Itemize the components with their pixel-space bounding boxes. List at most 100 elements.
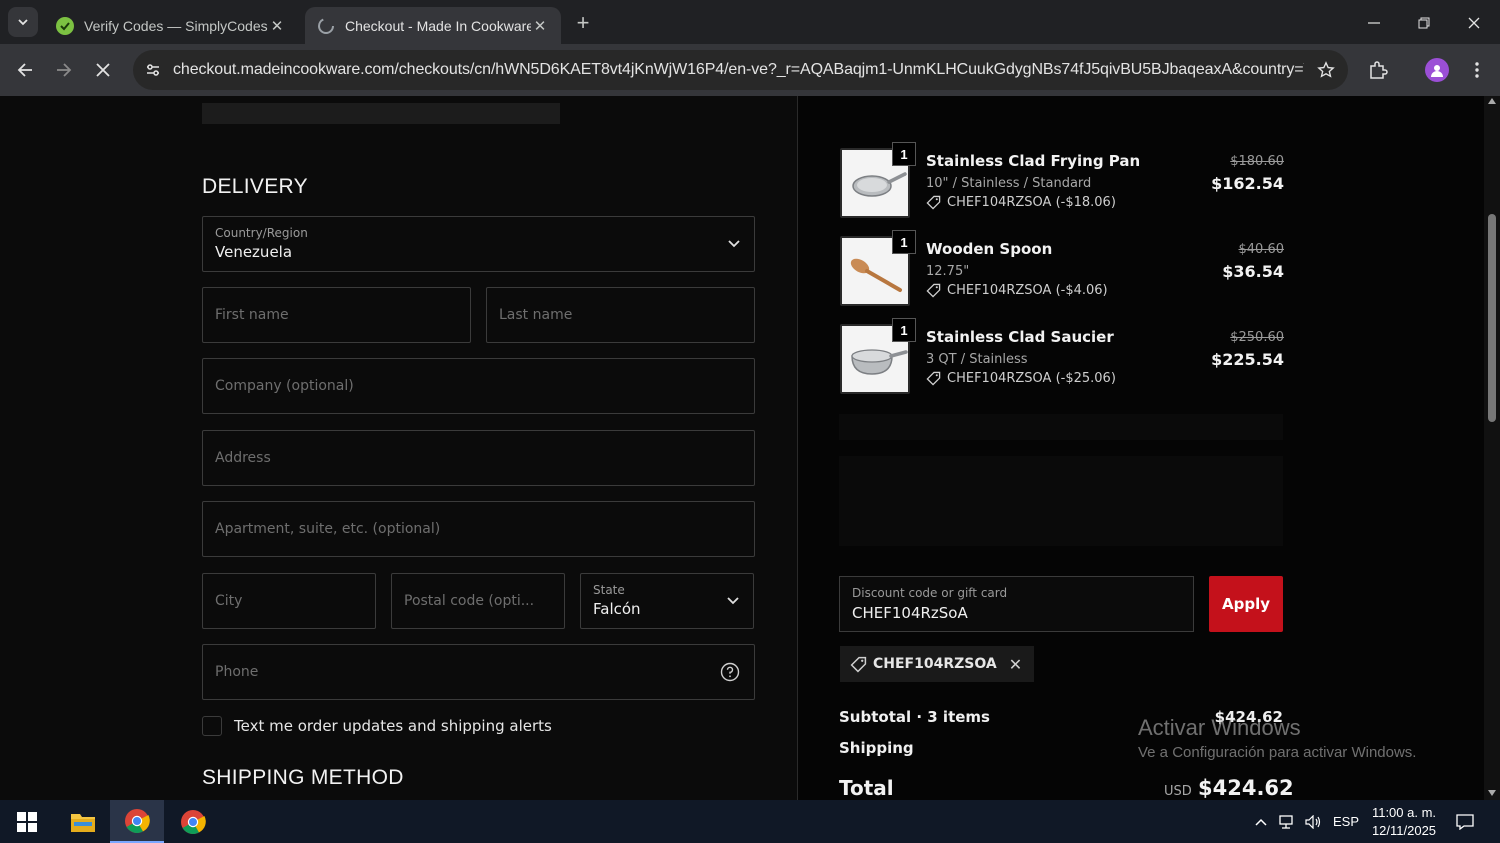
item-name: Wooden Spoon bbox=[926, 240, 1053, 258]
windows-watermark-title: Activar Windows bbox=[1138, 715, 1301, 740]
applied-discount-chip: CHEF104RZSOA ✕ bbox=[840, 646, 1035, 682]
close-window-button[interactable] bbox=[1454, 8, 1494, 38]
volume-tray-icon[interactable] bbox=[1302, 800, 1326, 843]
start-button[interactable] bbox=[0, 800, 54, 843]
chrome-taskbar-button[interactable] bbox=[110, 800, 164, 843]
quantity-badge: 1 bbox=[892, 230, 916, 254]
item-discount: CHEF104RZSOA (-$4.06) bbox=[926, 283, 1108, 298]
item-name: Stainless Clad Saucier bbox=[926, 328, 1114, 346]
order-item: 1 Wooden Spoon 12.75" CHEF104RZSOA (-$4.… bbox=[840, 230, 1285, 306]
stop-loading-button[interactable] bbox=[87, 54, 119, 86]
discount-code-value: CHEF104RzSoA bbox=[852, 604, 968, 622]
total-value: $424.62 bbox=[1198, 776, 1294, 800]
applied-discount-code: CHEF104RZSOA bbox=[873, 656, 997, 672]
tab-simplycodes[interactable]: Verify Codes — SimplyCodes ✕ bbox=[44, 7, 298, 44]
profile-button[interactable] bbox=[1421, 54, 1453, 86]
item-discount-text: CHEF104RZSOA (-$4.06) bbox=[947, 283, 1108, 298]
apply-discount-button[interactable]: Apply bbox=[1209, 576, 1283, 632]
restore-button[interactable] bbox=[1404, 8, 1444, 38]
scroll-up-icon[interactable] bbox=[1488, 98, 1496, 104]
speaker-icon bbox=[1305, 814, 1321, 829]
remove-discount-icon[interactable]: ✕ bbox=[1009, 655, 1022, 674]
profile-icon bbox=[1431, 65, 1443, 77]
forward-button[interactable] bbox=[48, 54, 80, 86]
notification-icon bbox=[1456, 813, 1474, 830]
loading-placeholder bbox=[839, 414, 1283, 440]
item-discount: CHEF104RZSOA (-$18.06) bbox=[926, 195, 1116, 210]
windows-taskbar: ESP 11:00 a. m. 12/11/2025 bbox=[0, 800, 1500, 843]
item-name: Stainless Clad Frying Pan bbox=[926, 152, 1141, 170]
more-vert-icon bbox=[1475, 62, 1479, 78]
total-currency: USD bbox=[1164, 784, 1192, 799]
puzzle-icon bbox=[1370, 61, 1388, 79]
chevron-down-icon bbox=[18, 19, 28, 26]
item-discount-text: CHEF104RZSOA (-$25.06) bbox=[947, 371, 1116, 386]
chrome-icon bbox=[125, 808, 150, 833]
clock-time: 11:00 a. m. bbox=[1371, 805, 1437, 820]
item-discount-text: CHEF104RZSOA (-$18.06) bbox=[947, 195, 1116, 210]
notifications-button[interactable] bbox=[1450, 800, 1480, 843]
scroll-down-icon[interactable] bbox=[1488, 790, 1496, 796]
item-price: $162.54 bbox=[1211, 174, 1284, 193]
restore-icon bbox=[1418, 17, 1430, 29]
scrollbar-thumb[interactable] bbox=[1488, 214, 1496, 422]
bookmark-star-icon[interactable] bbox=[1304, 50, 1348, 90]
tag-icon bbox=[926, 283, 941, 298]
avatar bbox=[1425, 58, 1449, 82]
tag-icon bbox=[926, 371, 941, 386]
new-tab-button[interactable]: + bbox=[570, 10, 596, 36]
windows-logo-icon bbox=[17, 811, 37, 832]
chrome-icon bbox=[181, 809, 206, 834]
item-price: $225.54 bbox=[1211, 350, 1284, 369]
discount-code-field[interactable]: Discount code or gift card CHEF104RzSoA bbox=[839, 576, 1194, 632]
close-icon bbox=[1468, 17, 1480, 29]
input-language[interactable]: ESP bbox=[1330, 800, 1362, 843]
item-variant: 12.75" bbox=[926, 264, 970, 279]
tab-title: Checkout - Made In Cookware bbox=[345, 17, 531, 34]
back-button[interactable] bbox=[9, 54, 41, 86]
minimize-icon bbox=[1368, 22, 1380, 24]
site-info-icon[interactable] bbox=[133, 50, 173, 90]
item-original-price: $40.60 bbox=[1238, 242, 1285, 257]
item-price: $36.54 bbox=[1222, 262, 1284, 281]
close-icon bbox=[96, 63, 110, 77]
arrow-right-icon bbox=[57, 63, 72, 77]
arrow-left-icon bbox=[17, 63, 32, 77]
item-variant: 10" / Stainless / Standard bbox=[926, 176, 1092, 191]
taskbar-clock[interactable]: 11:00 a. m. 12/11/2025 bbox=[1366, 804, 1442, 840]
page-scrollbar[interactable] bbox=[1484, 96, 1500, 800]
loading-placeholder bbox=[839, 456, 1283, 546]
item-variant: 3 QT / Stainless bbox=[926, 352, 1028, 367]
close-tab-icon[interactable]: ✕ bbox=[531, 17, 549, 35]
address-bar[interactable]: checkout.madeincookware.com/checkouts/cn… bbox=[133, 50, 1348, 90]
chrome-profile-taskbar-button[interactable] bbox=[166, 800, 220, 843]
folder-icon bbox=[71, 813, 95, 832]
quantity-badge: 1 bbox=[892, 142, 916, 166]
simplycodes-favicon-icon bbox=[56, 16, 74, 35]
tab-title: Verify Codes — SimplyCodes bbox=[84, 17, 268, 34]
browser-toolbar: checkout.madeincookware.com/checkouts/cn… bbox=[0, 44, 1500, 96]
browser-menu-button[interactable] bbox=[1461, 54, 1493, 86]
loading-favicon-icon bbox=[317, 17, 335, 35]
minimize-button[interactable] bbox=[1354, 8, 1394, 38]
file-explorer-button[interactable] bbox=[56, 800, 110, 843]
chevron-up-icon bbox=[1255, 818, 1267, 826]
extensions-button[interactable] bbox=[1362, 54, 1394, 86]
close-tab-icon[interactable]: ✕ bbox=[268, 17, 286, 35]
item-original-price: $180.60 bbox=[1230, 154, 1284, 169]
tag-icon bbox=[926, 195, 941, 210]
order-item: 1 Stainless Clad Saucier 3 QT / Stainles… bbox=[840, 318, 1284, 394]
total-label: Total bbox=[839, 776, 894, 800]
discount-code-label: Discount code or gift card bbox=[852, 586, 1008, 600]
shipping-label: Shipping bbox=[839, 739, 914, 757]
item-discount: CHEF104RZSOA (-$25.06) bbox=[926, 371, 1116, 386]
tab-checkout[interactable]: Checkout - Made In Cookware ✕ bbox=[305, 7, 561, 44]
clock-date: 12/11/2025 bbox=[1371, 823, 1437, 838]
windows-watermark-subtitle: Ve a Configuración para activar Windows. bbox=[1138, 744, 1417, 761]
show-hidden-icons-button[interactable] bbox=[1250, 800, 1272, 843]
order-item: 1 Stainless Clad Frying Pan 10" / Stainl… bbox=[840, 142, 1284, 218]
url-text: checkout.madeincookware.com/checkouts/cn… bbox=[173, 61, 1304, 78]
tab-search-button[interactable] bbox=[8, 7, 38, 37]
network-tray-icon[interactable] bbox=[1276, 800, 1300, 843]
item-original-price: $250.60 bbox=[1230, 330, 1284, 345]
